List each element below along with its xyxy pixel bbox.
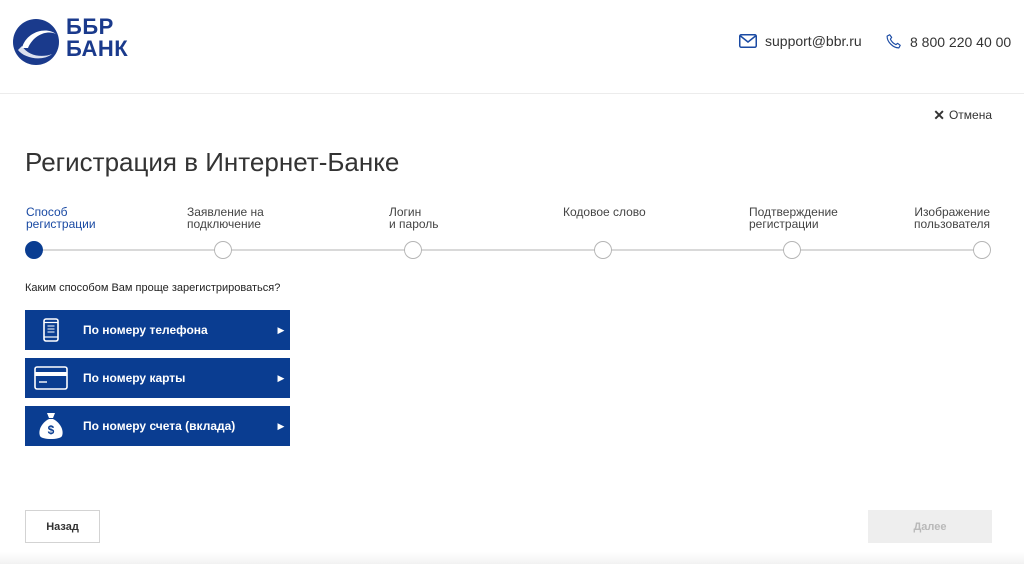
step-label-line: Кодовое слово — [563, 205, 646, 219]
step-label-line: подключение — [187, 217, 261, 231]
stepper-track — [34, 249, 982, 251]
bank-logo[interactable]: ББР БАНК — [12, 16, 132, 68]
support-email: support@bbr.ru — [765, 33, 862, 49]
registration-question: Каким способом Вам проще зарегистрироват… — [25, 282, 281, 294]
step-label-user-image: Изображение пользователя — [914, 206, 990, 230]
step-label-application: Заявление на подключение — [187, 206, 264, 230]
caret-right-icon: ▶ — [277, 324, 285, 335]
step-label-line: и пароль — [389, 217, 439, 231]
next-button[interactable]: Далее — [868, 510, 992, 543]
caret-right-icon: ▶ — [277, 372, 285, 383]
header: ББР БАНК support@bbr.ru 8 800 220 40 00 — [0, 0, 1024, 94]
register-by-card-button[interactable]: По номеру карты ▶ — [25, 358, 290, 398]
card-icon — [25, 358, 77, 398]
logo-text-line2: БАНК — [66, 36, 129, 61]
option-label: По номеру счета (вклада) — [83, 419, 236, 433]
step-label-line: пользователя — [914, 217, 990, 231]
option-label: По номеру карты — [83, 371, 186, 385]
step-label-line: регистрации — [26, 217, 96, 231]
step-dot-application — [214, 241, 232, 259]
logo-mark-icon — [13, 19, 59, 65]
cancel-label: Отмена — [948, 108, 992, 122]
money-bag-icon: $ — [25, 406, 77, 446]
caret-right-icon: ▶ — [277, 420, 285, 431]
bottom-divider — [0, 552, 1024, 564]
support-phone: 8 800 220 40 00 — [910, 33, 1012, 50]
phone-icon — [25, 310, 77, 350]
back-button[interactable]: Назад — [25, 510, 100, 543]
step-label-login: Логин и пароль — [389, 206, 439, 230]
envelope-icon — [739, 34, 757, 48]
page-title: Регистрация в Интернет-Банке — [25, 147, 400, 177]
logo-text-line1: ББР — [66, 14, 114, 39]
step-label-method: Способ регистрации — [26, 206, 96, 230]
register-by-phone-button[interactable]: По номеру телефона ▶ — [25, 310, 290, 350]
option-label: По номеру телефона — [83, 323, 208, 337]
step-dot-codeword — [594, 241, 612, 259]
step-label-line: регистрации — [749, 217, 819, 231]
step-label-confirmation: Подтверждение регистрации — [749, 206, 838, 230]
step-dot-method — [25, 241, 43, 259]
support-email-link[interactable]: support@bbr.ru — [739, 33, 862, 49]
step-dot-login — [404, 241, 422, 259]
logo-text: ББР БАНК — [66, 16, 128, 60]
step-dot-user-image — [973, 241, 991, 259]
phone-handset-icon — [886, 34, 901, 49]
step-dot-confirmation — [783, 241, 801, 259]
step-label-codeword: Кодовое слово — [563, 206, 646, 218]
register-by-account-button[interactable]: $ По номеру счета (вклада) ▶ — [25, 406, 290, 446]
cancel-button[interactable]: ✕ Отмена — [933, 108, 992, 122]
close-icon: ✕ — [933, 107, 945, 123]
support-phone-link[interactable]: 8 800 220 40 00 — [885, 33, 1011, 50]
svg-text:$: $ — [48, 423, 55, 437]
